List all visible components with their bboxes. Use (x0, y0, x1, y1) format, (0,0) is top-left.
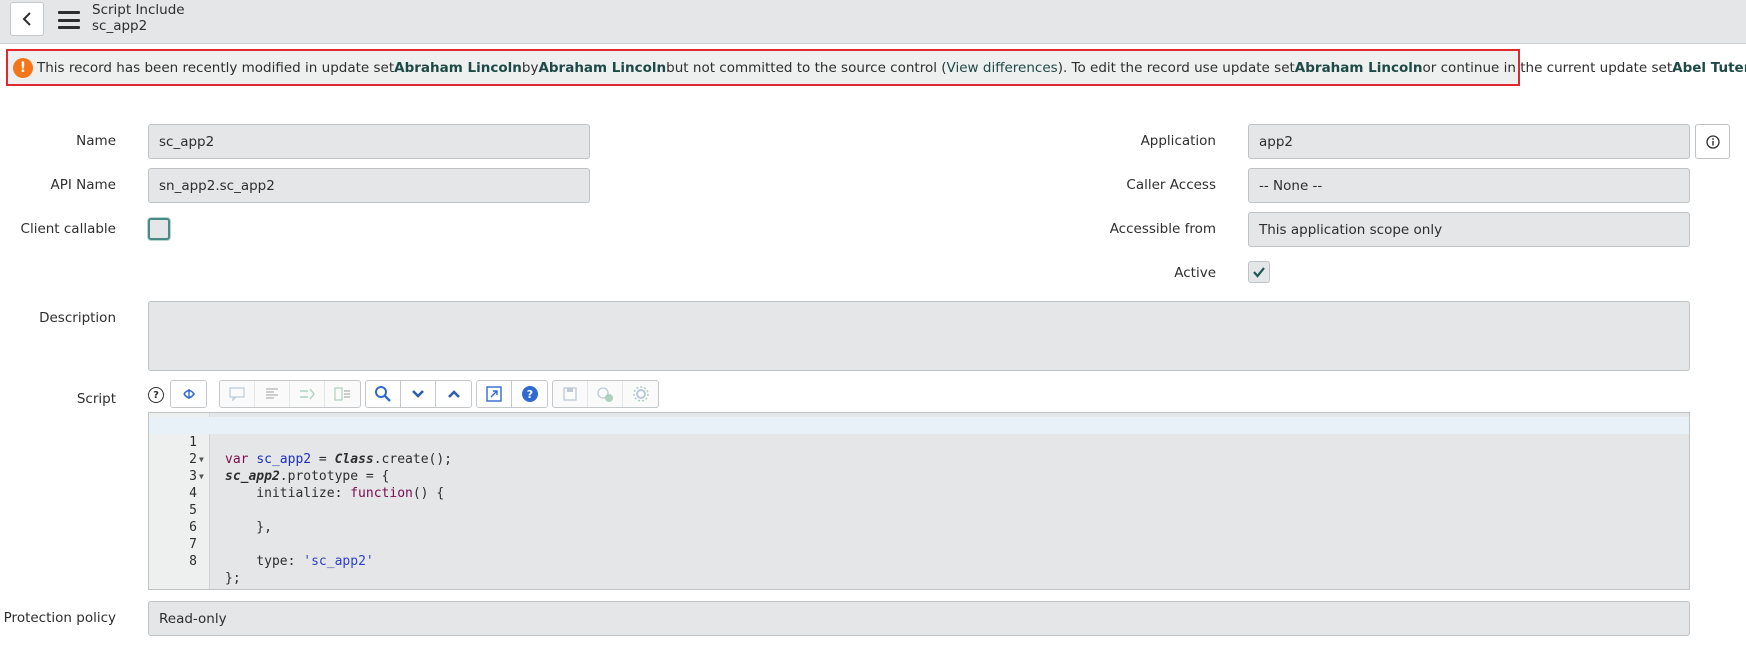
replace-all-button[interactable] (325, 381, 360, 407)
warning-icon: ! (13, 57, 33, 78)
code-line: 6 (149, 502, 1689, 535)
title-block: Script Include sc_app2 (92, 2, 185, 34)
debug-icon (597, 387, 613, 402)
name-label: Name (76, 133, 116, 149)
alert-update-set-2: Abraham Lincoln (1294, 59, 1423, 76)
hamburger-menu-icon[interactable] (58, 11, 80, 29)
page-subtitle: sc_app2 (92, 18, 148, 34)
api-name-field[interactable]: sn_app2.sc_app2 (148, 168, 590, 203)
alert-current-set: Abel Tuter (1672, 59, 1746, 76)
application-label: Application (1140, 133, 1216, 149)
application-info-button[interactable] (1695, 124, 1730, 159)
code-line: 1 var sc_app2 = Class.create(); (149, 417, 1689, 467)
code-line: 3 ▼ initialize: function() { (149, 451, 1689, 501)
alert-text: This record has been recently modified i… (37, 59, 395, 76)
accessible-from-select[interactable]: This application scope only (1248, 212, 1690, 247)
save-icon (563, 387, 577, 401)
accessible-from-label: Accessible from (1109, 221, 1216, 237)
replace-icon (300, 388, 315, 400)
find-previous-button[interactable] (436, 381, 471, 407)
code-line: 4 (149, 468, 1689, 501)
fullscreen-button[interactable] (477, 381, 512, 407)
protection-policy-label: Protection policy (3, 610, 116, 626)
back-button[interactable] (10, 2, 44, 36)
alert-text: by (521, 59, 539, 76)
line-number: 8 (189, 554, 197, 569)
code-line: 8 }; (149, 536, 1689, 586)
application-field[interactable]: app2 (1248, 124, 1690, 159)
settings-button[interactable] (623, 381, 658, 407)
checkmark-icon (1253, 267, 1265, 278)
name-field[interactable]: sc_app2 (148, 124, 590, 159)
script-help-button[interactable]: ? (512, 381, 547, 407)
save-button[interactable] (553, 381, 588, 407)
description-textarea[interactable] (148, 301, 1690, 371)
help-icon: ? (521, 386, 538, 402)
chevron-left-icon (22, 12, 31, 26)
page-title: Script Include (92, 2, 185, 18)
script-toolbar: ? (170, 380, 663, 408)
info-icon (1705, 134, 1720, 149)
script-help-icon[interactable]: ? (148, 387, 164, 403)
view-differences-link[interactable]: View differences (947, 60, 1058, 76)
chevron-down-icon (412, 390, 424, 398)
client-callable-label: Client callable (20, 221, 116, 237)
active-checkbox[interactable] (1248, 261, 1270, 283)
alert-text: or continue in the current update set (1422, 59, 1673, 76)
script-editor[interactable]: 1 var sc_app2 = Class.create(); 2 ▼ sc_ap… (148, 412, 1690, 590)
alert-user: Abraham Lincoln (538, 59, 667, 76)
format-icon (266, 388, 278, 399)
find-next-button[interactable] (401, 381, 436, 407)
comment-icon (229, 387, 245, 401)
format-code-button[interactable] (255, 381, 290, 407)
code-line: 2 ▼ sc_app2.prototype = { (149, 434, 1689, 484)
replace-button[interactable] (290, 381, 325, 407)
code-line: 5 }, (149, 485, 1689, 535)
script-label: Script (76, 391, 116, 407)
alert-update-set: Abraham Lincoln (394, 59, 522, 76)
client-callable-checkbox[interactable] (148, 218, 170, 240)
form-header: Script Include sc_app2 (0, 0, 1746, 44)
active-label: Active (1174, 265, 1216, 281)
chevron-up-icon (447, 390, 460, 398)
protection-policy-select[interactable]: Read-only (148, 601, 1690, 636)
search-icon (375, 386, 391, 402)
caller-access-select[interactable]: -- None -- (1248, 168, 1690, 203)
replace-all-icon (333, 387, 350, 401)
comment-button[interactable] (220, 381, 255, 407)
update-set-alert: ! This record has been recently modified… (6, 49, 1746, 86)
debug-button[interactable] (588, 381, 623, 407)
expand-icon (486, 386, 502, 402)
svg-text:?: ? (526, 388, 532, 401)
code-line: 7 type: 'sc_app2' (149, 519, 1689, 569)
toggle-syntax-editor-button[interactable] (171, 381, 206, 407)
description-label: Description (39, 310, 116, 326)
code-text: }; (225, 571, 241, 586)
alert-text: ). To edit the record use update set (1057, 59, 1295, 76)
search-button[interactable] (366, 381, 401, 407)
api-name-label: API Name (50, 177, 116, 193)
caller-access-label: Caller Access (1126, 177, 1216, 193)
alert-text: but not committed to the source control … (666, 59, 947, 76)
code-text: type: 'sc_app2' (225, 554, 374, 569)
code-toggle-icon (182, 389, 195, 399)
gear-icon (632, 386, 649, 402)
